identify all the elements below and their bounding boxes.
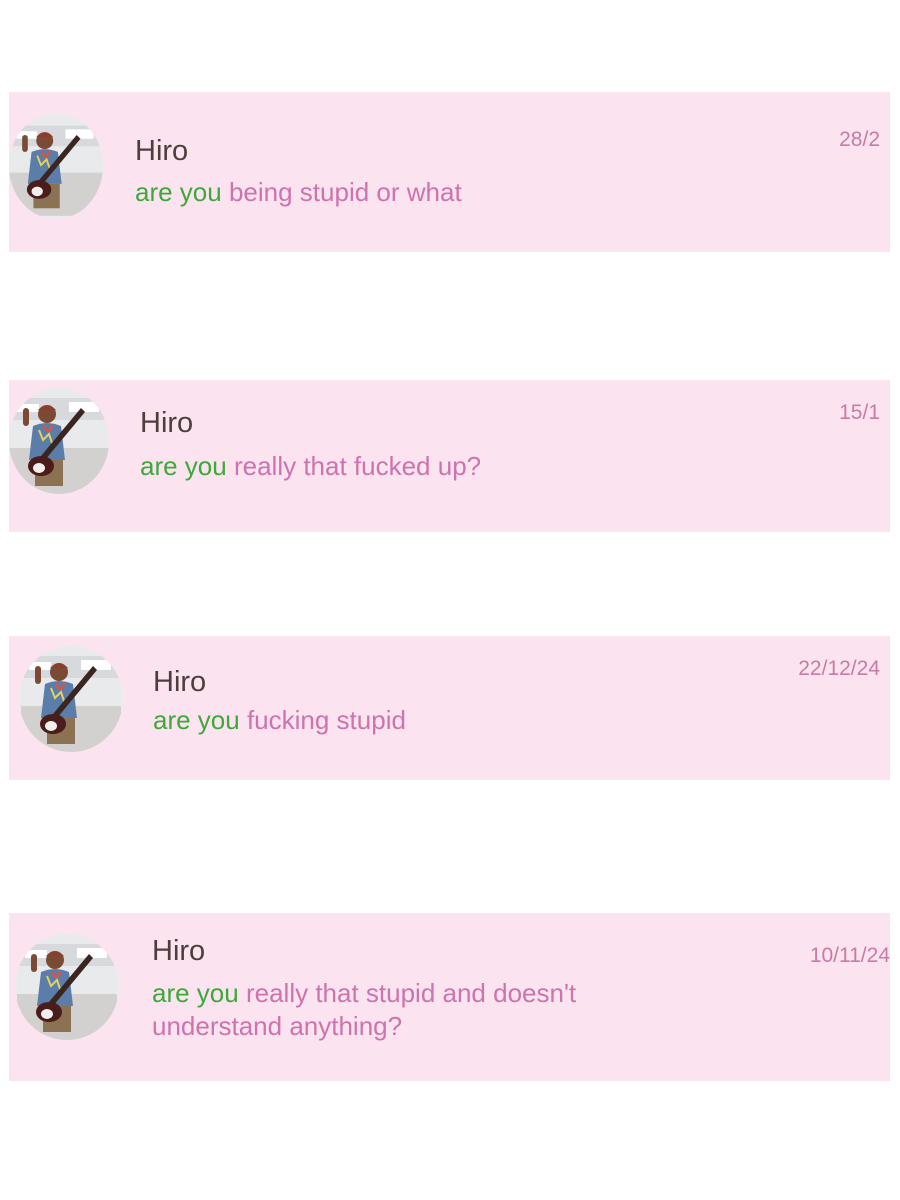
- sender-name: Hiro: [152, 935, 206, 967]
- message-text: being stupid or what: [221, 177, 462, 207]
- message-date: 15/1: [839, 401, 880, 424]
- avatar: [9, 113, 103, 219]
- profile-photo-icon: [19, 646, 123, 752]
- message-lead: are you: [135, 177, 222, 207]
- avatar: [9, 388, 109, 494]
- message-preview: are you fucking stupid: [153, 704, 713, 737]
- message-date: 28/2: [839, 128, 880, 151]
- message-text: really that fucked up?: [226, 451, 482, 481]
- sender-name: Hiro: [135, 135, 189, 167]
- message-preview: are you really that stupid and doesn't u…: [152, 977, 712, 1043]
- avatar: [15, 934, 119, 1040]
- message-preview: are you being stupid or what: [135, 176, 695, 209]
- message-date: 10/11/24: [809, 944, 890, 967]
- profile-photo-icon: [15, 934, 119, 1040]
- profile-photo-icon: [9, 113, 103, 219]
- sender-name: Hiro: [153, 666, 207, 698]
- message-card[interactable]: Hiro are you being stupid or what 28/2: [9, 92, 890, 252]
- message-preview: are you really that fucked up?: [140, 450, 700, 483]
- message-lead: are you: [140, 451, 227, 481]
- message-card[interactable]: Hiro are you really that fucked up? 15/1: [9, 380, 890, 532]
- message-card[interactable]: Hiro are you fucking stupid 22/12/24: [9, 636, 890, 780]
- sender-name: Hiro: [140, 407, 194, 439]
- profile-photo-icon: [9, 388, 109, 494]
- message-lead: are you: [153, 705, 240, 735]
- message-lead: are you: [152, 978, 239, 1008]
- avatar: [19, 646, 123, 752]
- message-text: fucking stupid: [239, 705, 406, 735]
- message-card[interactable]: Hiro are you really that stupid and does…: [9, 913, 890, 1081]
- message-date: 22/12/24: [798, 657, 880, 680]
